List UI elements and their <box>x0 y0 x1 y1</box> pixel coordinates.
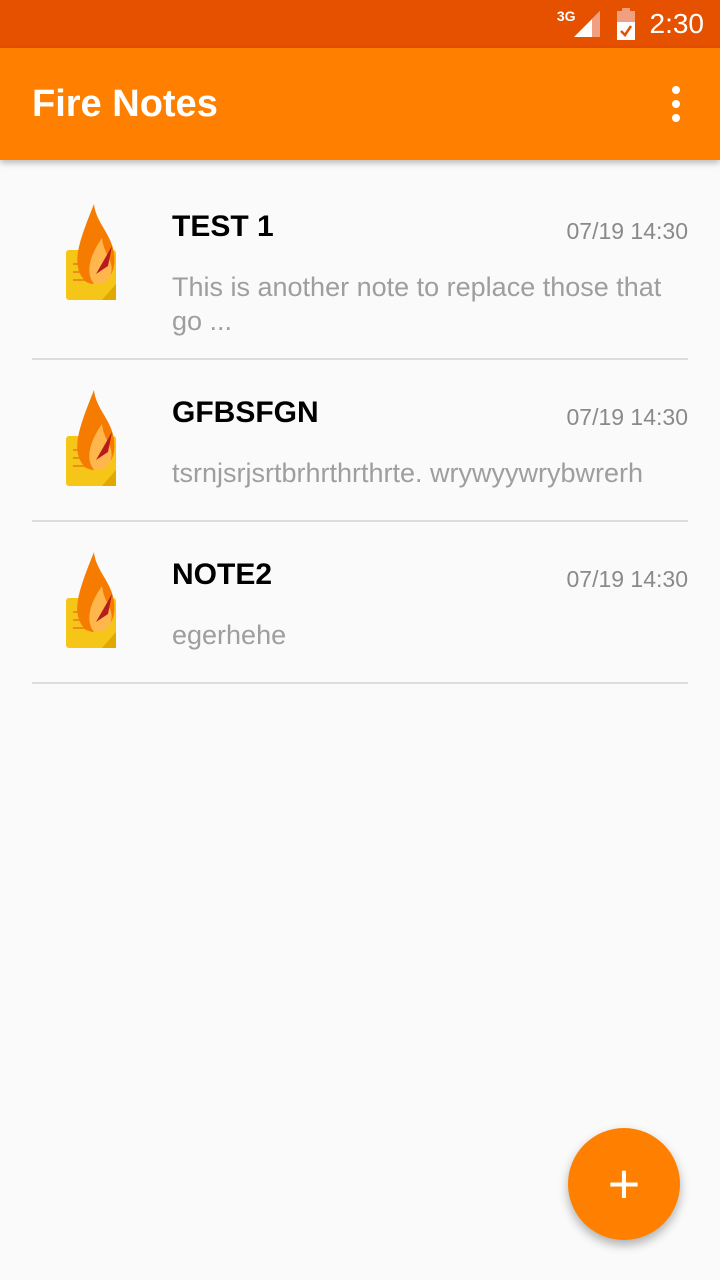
fire-note-icon <box>66 390 116 486</box>
plus-icon: + <box>607 1152 641 1215</box>
menu-dot <box>672 100 680 108</box>
menu-dot <box>672 86 680 94</box>
add-note-button[interactable]: + <box>568 1128 680 1240</box>
fire-note-icon <box>66 204 116 300</box>
status-icons: 3G 2:30 <box>557 0 704 48</box>
status-bar: 3G 2:30 <box>0 0 720 48</box>
fire-note-icon <box>66 552 116 648</box>
note-body: egerhehe <box>172 620 287 650</box>
app-bar: Fire Notes <box>0 48 720 160</box>
note-date: 07/19 14:30 <box>566 404 688 430</box>
note-title: TEST 1 <box>172 210 274 243</box>
note-item[interactable]: GFBSFGN 07/19 14:30 tsrnjsrjsrtbrhrthrth… <box>32 360 688 522</box>
note-item[interactable]: NOTE2 07/19 14:30 egerhehe <box>32 522 688 684</box>
note-title: GFBSFGN <box>172 396 319 429</box>
network-type-label: 3G <box>556 8 576 24</box>
battery-icon <box>616 8 635 40</box>
note-date: 07/19 14:30 <box>566 566 688 592</box>
more-options-icon[interactable] <box>652 80 700 128</box>
note-date: 07/19 14:30 <box>566 218 688 244</box>
note-item[interactable]: TEST 1 07/19 14:30 This is another note … <box>32 160 688 360</box>
note-body: This is another note to replace those th… <box>172 272 662 336</box>
note-body: tsrnjsrjsrtbrhrthrthrte. wrywyywrybwrerh <box>172 458 644 488</box>
clock: 2:30 <box>649 8 705 39</box>
note-title: NOTE2 <box>172 558 273 591</box>
signal-icon <box>573 11 600 37</box>
app-title: Fire Notes <box>32 83 218 125</box>
menu-dot <box>672 114 680 122</box>
note-list: TEST 1 07/19 14:30 This is another note … <box>0 160 720 684</box>
